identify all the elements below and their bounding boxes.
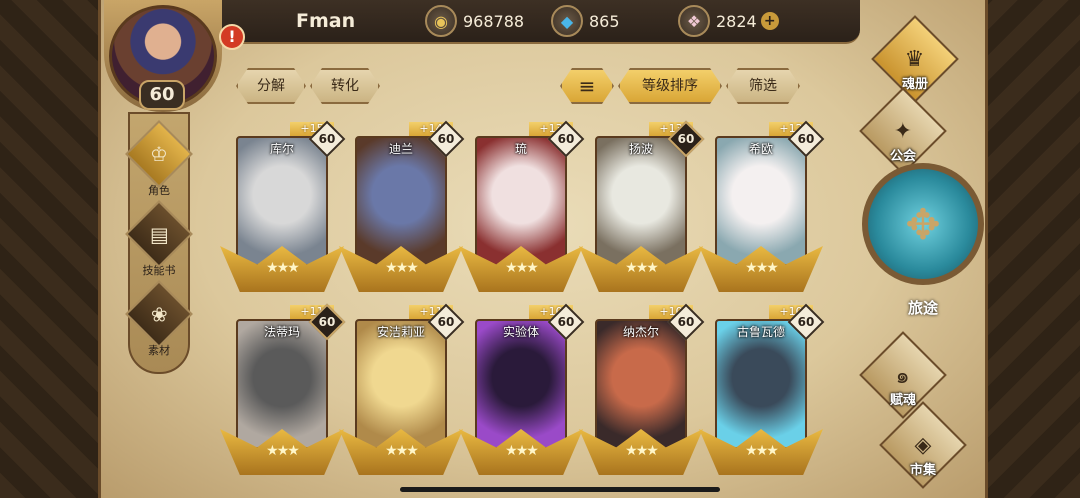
journey-label: 旅途 [907,299,938,317]
tab-skill-books[interactable]: ▤ 技能书 [125,200,193,284]
hero-card[interactable]: 琉 +13 60 ★★★ [459,120,585,292]
hero-level: 60 [677,315,695,329]
gem-resource[interactable]: ❖ 2824 + [678,4,779,38]
tab-materials[interactable]: ❀ 素材 [125,280,193,364]
hero-card[interactable]: 法蒂玛 +11 60 ★★★ [220,303,346,475]
home-indicator[interactable] [400,487,720,492]
player-name: Fman [296,10,356,32]
hero-level: 60 [557,132,575,146]
hero-card[interactable]: 安洁莉亚 +11 60 ★★★ [339,303,465,475]
hero-stars: ★★★ [266,443,300,459]
hero-level: 60 [557,315,575,329]
tab-characters[interactable]: ♔ 角色 [125,120,193,204]
hero-card[interactable]: 扬波 +13 60 ★★★ [579,120,705,292]
hero-card[interactable]: 实验体 +10 60 ★★★ [459,303,585,475]
sort-icon: ≡ [578,74,596,98]
left-wall-decoration [0,0,100,498]
pink-gem-icon: ❖ [678,5,710,37]
hero-level: 60 [797,315,815,329]
hero-level: 60 [437,315,455,329]
hero-level: 60 [677,132,695,146]
filter-button[interactable]: 筛选 [726,68,800,104]
gold-coin-icon: ◉ [425,5,457,37]
blue-crystal-icon: ◆ [551,5,583,37]
journey-emblem-icon: ✥ [862,163,984,285]
hero-card[interactable]: 迪兰 +14 60 ★★★ [339,120,465,292]
hero-stars: ★★★ [625,443,659,459]
crystal-amount: 865 [589,11,620,31]
hero-card[interactable]: 纳杰尔 +10 60 ★★★ [579,303,705,475]
materials-icon: ❀ [125,280,193,348]
soul-book-button[interactable]: ♛ 魂册 [870,15,960,103]
crystal-resource[interactable]: ◆ 865 [551,4,620,38]
hero-stars: ★★★ [625,260,659,276]
hero-card[interactable]: 古鲁瓦德 +10 60 ★★★ [699,303,825,475]
right-wall-decoration [975,0,1080,498]
journey-button[interactable]: ✥ 旅途 [862,163,984,317]
gold-amount: 968788 [463,11,525,31]
hero-stars: ★★★ [505,443,539,459]
market-button[interactable]: ◈ 市集 [878,401,968,489]
hero-stars: ★★★ [745,443,779,459]
decompose-button[interactable]: 分解 [236,68,306,104]
guild-button[interactable]: ✦ 公会 [858,87,948,175]
hero-stars: ★★★ [745,260,779,276]
hero-level: 60 [318,315,336,329]
hero-stars: ★★★ [266,260,300,276]
hero-stars: ★★★ [385,443,419,459]
hero-level: 60 [437,132,455,146]
book-icon: ▤ [125,200,193,268]
guild-label: 公会 [889,149,916,164]
add-gem-button[interactable]: + [760,12,779,30]
soul-gift-button[interactable]: ๑ 赋魂 [858,331,948,419]
sort-by-level-button[interactable]: 等级排序 [618,68,722,104]
gem-amount: 2824 [716,11,757,31]
hero-card[interactable]: 库尔 +15 60 ★★★ [220,120,346,292]
player-level-badge: 60 [139,80,185,110]
hero-stars: ★★★ [385,260,419,276]
gold-resource[interactable]: ◉ 968788 [425,4,524,38]
soul-gift-label: 赋魂 [889,393,916,408]
hero-level: 60 [318,132,336,146]
hero-level: 60 [797,132,815,146]
hero-card[interactable]: 希欧 +12 60 ★★★ [699,120,825,292]
helmet-icon: ♔ [125,120,193,188]
convert-button[interactable]: 转化 [310,68,380,104]
alert-icon[interactable]: ! [219,24,245,50]
market-label: 市集 [909,463,936,478]
hero-stars: ★★★ [505,260,539,276]
